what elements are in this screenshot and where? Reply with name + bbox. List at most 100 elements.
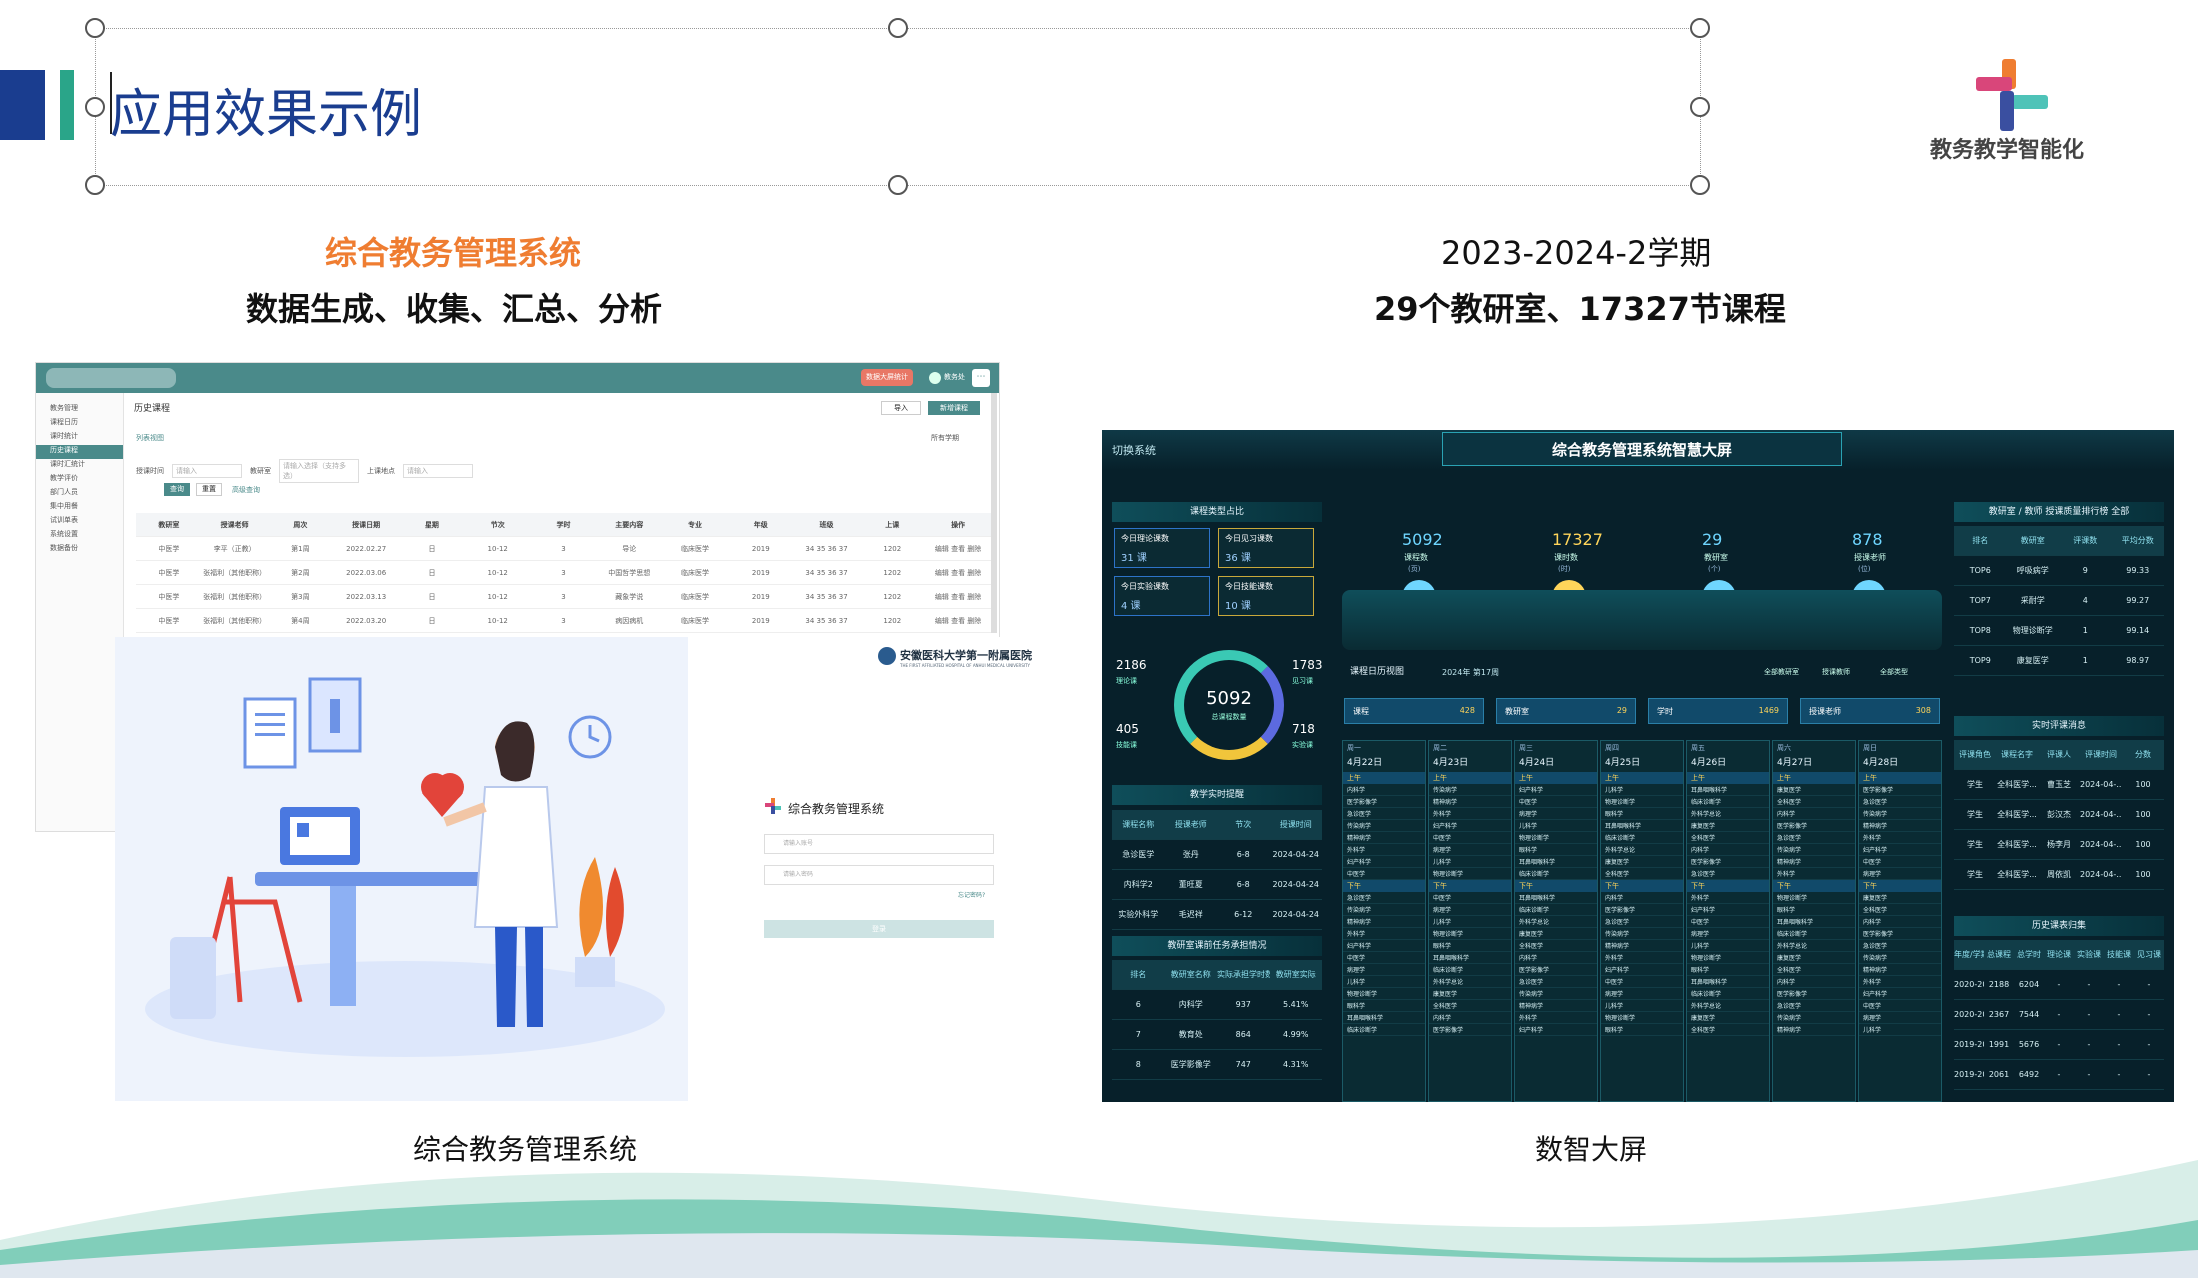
calendar-course[interactable]: 儿科学: [1859, 1024, 1941, 1036]
resize-handle[interactable]: [1690, 18, 1710, 38]
calendar-course[interactable]: 物理诊断学: [1515, 832, 1597, 844]
calendar-course[interactable]: 眼科学: [1515, 844, 1597, 856]
column-header[interactable]: 评课角色: [1954, 749, 1996, 760]
calendar-course[interactable]: 儿科学: [1601, 1000, 1683, 1012]
column-header[interactable]: 教研室实际: [1270, 969, 1323, 980]
table-row[interactable]: 2020-2021-2 2188 6204 - - - -: [1954, 970, 2164, 1000]
calendar-course[interactable]: 妇产科学: [1343, 940, 1425, 952]
resize-handle[interactable]: [85, 97, 105, 117]
calendar-course[interactable]: 中医学: [1429, 892, 1511, 904]
resize-handle[interactable]: [85, 175, 105, 195]
table-row[interactable]: TOP9 康复医学 1 98.97: [1954, 646, 2164, 676]
calendar-course[interactable]: 医学影像学: [1773, 988, 1855, 1000]
column-header[interactable]: 操作: [925, 520, 991, 530]
user-name[interactable]: 教务处: [944, 372, 965, 382]
calendar-course[interactable]: 医学影像学: [1601, 904, 1683, 916]
calendar-course[interactable]: 中医学: [1515, 796, 1597, 808]
column-header[interactable]: 总学时: [2014, 949, 2044, 960]
sidebar-item[interactable]: 课时汇统计: [36, 459, 123, 473]
sidebar-item[interactable]: 数据备份: [36, 543, 123, 557]
calendar-course[interactable]: 眼科学: [1429, 940, 1511, 952]
today-card[interactable]: 今日技能课数 10 课: [1218, 576, 1314, 616]
sidebar-item[interactable]: 集中用餐: [36, 501, 123, 515]
location-input[interactable]: 请输入: [403, 464, 473, 478]
table-row[interactable]: 中医学 张福利（其他职称） 第4周 2022.03.20 日 10-12 3 病因病机 临床医学…: [136, 609, 991, 633]
resize-handle[interactable]: [85, 18, 105, 38]
calendar-course[interactable]: 传染病学: [1859, 952, 1941, 964]
column-header[interactable]: 节次: [1217, 819, 1270, 830]
column-header[interactable]: 排名: [1954, 535, 2007, 546]
calendar-filter[interactable]: 全部教研室: [1764, 667, 1799, 677]
calendar-course[interactable]: 康复医学: [1773, 952, 1855, 964]
calendar-course[interactable]: 内科学: [1515, 952, 1597, 964]
calendar-course[interactable]: 医学影像学: [1773, 820, 1855, 832]
calendar-course[interactable]: 精神病学: [1429, 796, 1511, 808]
column-header[interactable]: 教研室: [2007, 535, 2060, 546]
sidebar-item[interactable]: 课程日历: [36, 417, 123, 431]
calendar-course[interactable]: 急诊医学: [1601, 916, 1683, 928]
calendar-course[interactable]: 中医学: [1859, 856, 1941, 868]
column-header[interactable]: 课程名字: [1996, 749, 2038, 760]
calendar-course[interactable]: 传染病学: [1429, 784, 1511, 796]
column-header[interactable]: 节次: [465, 520, 531, 530]
calendar-course[interactable]: 临床诊断学: [1687, 988, 1769, 1000]
calendar-course[interactable]: 急诊医学: [1859, 940, 1941, 952]
column-header[interactable]: 授课老师: [1165, 819, 1218, 830]
term-filter[interactable]: 所有学期: [931, 433, 959, 443]
calendar-course[interactable]: 外科学: [1343, 928, 1425, 940]
calendar-course[interactable]: 妇产科学: [1343, 856, 1425, 868]
calendar-course[interactable]: 妇产科学: [1601, 964, 1683, 976]
column-header[interactable]: 星期: [399, 520, 465, 530]
calendar-course[interactable]: 眼科学: [1343, 1000, 1425, 1012]
calendar-course[interactable]: 临床诊断学: [1601, 832, 1683, 844]
add-course-button[interactable]: 新增课程: [928, 401, 980, 415]
calendar-course[interactable]: 传染病学: [1601, 928, 1683, 940]
table-row[interactable]: TOP6 呼吸病学 9 99.33: [1954, 556, 2164, 586]
table-row[interactable]: TOP8 物理诊断学 1 99.14: [1954, 616, 2164, 646]
column-header[interactable]: 周次: [268, 520, 334, 530]
calendar-course[interactable]: 医学影像学: [1859, 928, 1941, 940]
table-row[interactable]: 急诊医学 张丹 6-8 2024-04-24: [1112, 840, 1322, 870]
tab-list-view[interactable]: 列表视图: [136, 433, 164, 443]
column-header[interactable]: 总课程: [1984, 949, 2014, 960]
table-row[interactable]: 2019-2020-1 2061 6492 - - - -: [1954, 1060, 2164, 1090]
calendar-course[interactable]: 全科医学: [1687, 832, 1769, 844]
calendar-course[interactable]: 康复医学: [1687, 1012, 1769, 1024]
column-header[interactable]: 排名: [1112, 969, 1165, 980]
table-row[interactable]: 2020-2021-1 2367 7544 - - - -: [1954, 1000, 2164, 1030]
calendar-course[interactable]: 精神病学: [1343, 916, 1425, 928]
calendar-course[interactable]: 外科学: [1773, 868, 1855, 880]
calendar-course[interactable]: 全科医学: [1773, 964, 1855, 976]
column-header[interactable]: 授课老师: [202, 520, 268, 530]
calendar-course[interactable]: 病理学: [1859, 1012, 1941, 1024]
calendar-course[interactable]: 急诊医学: [1343, 808, 1425, 820]
calendar-course[interactable]: 儿科学: [1343, 976, 1425, 988]
column-header[interactable]: 见习课: [2134, 949, 2164, 960]
forgot-password-link[interactable]: 忘记密码?: [958, 890, 985, 899]
resize-handle[interactable]: [888, 18, 908, 38]
calendar-course[interactable]: 急诊医学: [1687, 868, 1769, 880]
calendar-course[interactable]: 外科学总论: [1429, 976, 1511, 988]
table-row[interactable]: 8 医学影像学 747 4.31%: [1112, 1050, 1322, 1080]
table-row[interactable]: 6 内科学 937 5.41%: [1112, 990, 1322, 1020]
column-header[interactable]: 分数: [2122, 749, 2164, 760]
column-header[interactable]: 专业: [662, 520, 728, 530]
calendar-course[interactable]: 妇产科学: [1859, 844, 1941, 856]
sidebar-item[interactable]: 教学评价: [36, 473, 123, 487]
calendar-course[interactable]: 急诊医学: [1343, 892, 1425, 904]
calendar-course[interactable]: 外科学: [1859, 832, 1941, 844]
resize-handle[interactable]: [1690, 97, 1710, 117]
calendar-course[interactable]: 病理学: [1429, 904, 1511, 916]
calendar-course[interactable]: 外科学总论: [1773, 940, 1855, 952]
calendar-course[interactable]: 精神病学: [1515, 1000, 1597, 1012]
avatar[interactable]: [929, 372, 941, 384]
resize-handle[interactable]: [1690, 175, 1710, 195]
calendar-course[interactable]: 内科学: [1773, 976, 1855, 988]
calendar-course[interactable]: 儿科学: [1687, 940, 1769, 952]
table-row[interactable]: 学生 全科医学... 周依凯 2024-04-... 100: [1954, 860, 2164, 890]
table-row[interactable]: 学生 全科医学... 曹玉芝 2024-04-... 100: [1954, 770, 2164, 800]
calendar-tag[interactable]: 课程 428: [1344, 698, 1484, 724]
calendar-course[interactable]: 耳鼻咽喉科学: [1773, 916, 1855, 928]
calendar-course[interactable]: 妇产科学: [1515, 1024, 1597, 1036]
calendar-filter[interactable]: 授课教师: [1822, 667, 1850, 677]
